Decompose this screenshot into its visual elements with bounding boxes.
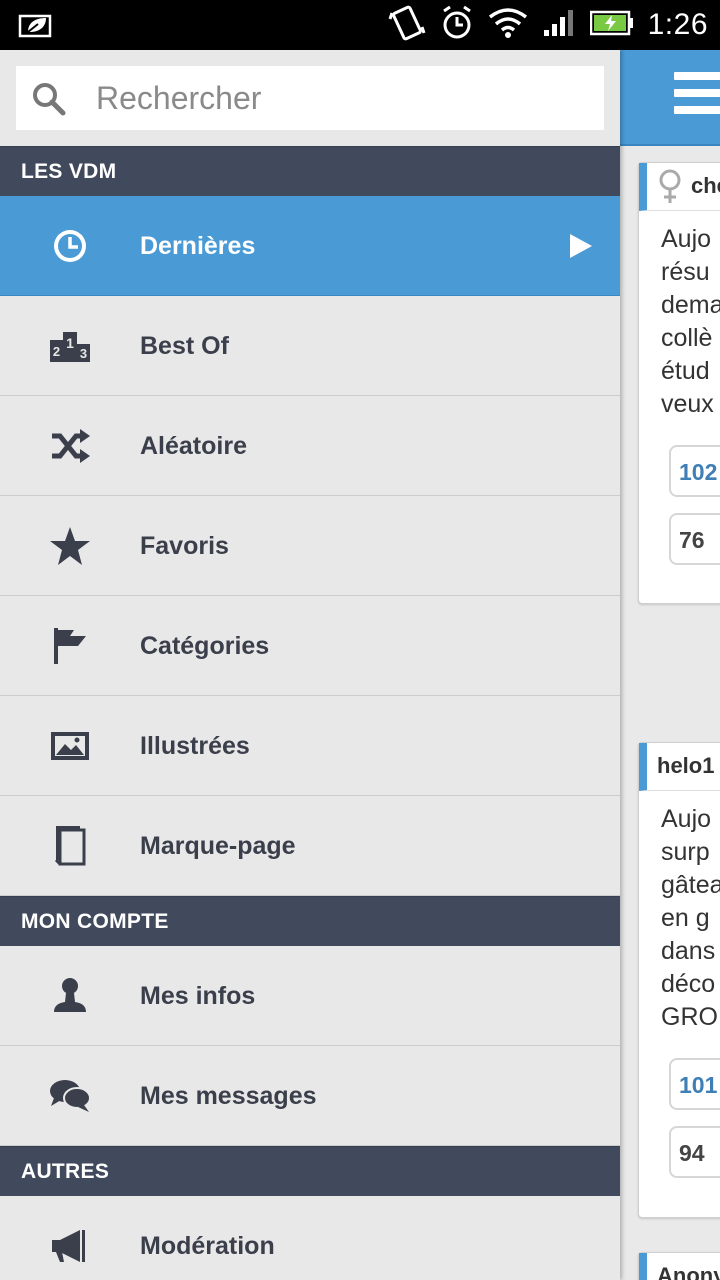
svg-text:2: 2 xyxy=(53,344,60,359)
battery-charging-icon xyxy=(589,9,634,42)
post-card[interactable]: Anony xyxy=(638,1252,720,1280)
signal-icon xyxy=(542,8,576,43)
chat-bubbles-icon xyxy=(50,1080,91,1112)
nav-item-favoris[interactable]: Favoris xyxy=(0,496,620,596)
wifi-icon xyxy=(488,7,528,44)
svg-text:3: 3 xyxy=(80,346,87,361)
search-icon xyxy=(33,83,66,116)
menu-icon[interactable] xyxy=(674,72,720,122)
svg-text:1: 1 xyxy=(66,335,74,351)
deserved-vote-button[interactable]: 94 xyxy=(669,1126,720,1178)
deserved-vote-button[interactable]: 76 xyxy=(669,513,720,565)
nav-item-label: Favoris xyxy=(140,532,229,560)
nav-item-categories[interactable]: Catégories xyxy=(0,596,620,696)
status-time: 1:26 xyxy=(647,8,708,41)
nav-item-mes-infos[interactable]: Mes infos xyxy=(0,946,620,1046)
agree-vote-button[interactable]: 101 xyxy=(669,1058,720,1110)
app-toolbar xyxy=(620,50,720,146)
bookmark-pages-icon xyxy=(54,826,86,866)
search-box[interactable] xyxy=(16,66,604,130)
nav-item-label: Illustrées xyxy=(140,732,250,760)
nav-item-label: Aléatoire xyxy=(140,432,247,460)
flag-icon xyxy=(54,628,86,664)
nav-item-mes-messages[interactable]: Mes messages xyxy=(0,1046,620,1146)
post-header: Anony xyxy=(639,1253,720,1280)
user-icon xyxy=(54,978,86,1012)
post-card[interactable]: che Aujo résu dema collè étud veux 102 7… xyxy=(638,162,720,604)
post-card[interactable]: helo1 Aujo surp gâtea en g dans déco GRO… xyxy=(638,742,720,1218)
nav-item-label: Catégories xyxy=(140,632,270,660)
post-author[interactable]: Anony xyxy=(657,1263,720,1280)
post-header: helo1 xyxy=(639,743,720,791)
navigation-drawer: LES VDM Dernières 2 1 3 Best Of Aléatoir… xyxy=(0,50,620,1280)
post-author[interactable]: che xyxy=(691,173,720,199)
female-icon xyxy=(659,169,681,203)
search-bar xyxy=(0,50,620,146)
megaphone-icon xyxy=(52,1230,85,1262)
star-icon xyxy=(50,527,90,565)
play-arrow-icon xyxy=(570,234,592,258)
nav-item-label: Mes messages xyxy=(140,1082,317,1110)
image-icon xyxy=(51,732,89,760)
search-input[interactable] xyxy=(96,66,596,130)
section-header-les-vdm: LES VDM xyxy=(0,146,620,196)
nav-item-label: Marque-page xyxy=(140,832,296,860)
status-bar: 1:26 xyxy=(0,0,720,50)
nav-item-label: Dernières xyxy=(140,232,256,260)
post-text: Aujo surp gâtea en g dans déco GRO xyxy=(661,805,720,1031)
agree-vote-button[interactable]: 102 xyxy=(669,445,720,497)
nav-item-moderation[interactable]: Modération xyxy=(0,1196,620,1280)
nav-item-dernieres[interactable]: Dernières xyxy=(0,196,620,296)
nav-item-label: Modération xyxy=(140,1232,275,1260)
podium-icon: 2 1 3 xyxy=(50,332,90,362)
post-author[interactable]: helo1 xyxy=(657,753,714,779)
section-header-mon-compte: MON COMPTE xyxy=(0,896,620,946)
shuffle-icon xyxy=(52,429,90,463)
nav-item-aleatoire[interactable]: Aléatoire xyxy=(0,396,620,496)
nav-item-label: Mes infos xyxy=(140,982,256,1010)
nav-item-best-of[interactable]: 2 1 3 Best Of xyxy=(0,296,620,396)
notification-leaf-icon xyxy=(18,10,54,38)
main-content: che Aujo résu dema collè étud veux 102 7… xyxy=(620,50,720,1280)
section-header-autres: AUTRES xyxy=(0,1146,620,1196)
nav-item-label: Best Of xyxy=(140,332,229,360)
nav-item-illustrees[interactable]: Illustrées xyxy=(0,696,620,796)
post-header: che xyxy=(639,163,720,211)
post-text: Aujo résu dema collè étud veux xyxy=(661,225,720,418)
vibrate-icon xyxy=(388,3,426,48)
clock-icon xyxy=(54,230,86,262)
alarm-icon xyxy=(440,5,474,46)
nav-item-marque-page[interactable]: Marque-page xyxy=(0,796,620,896)
